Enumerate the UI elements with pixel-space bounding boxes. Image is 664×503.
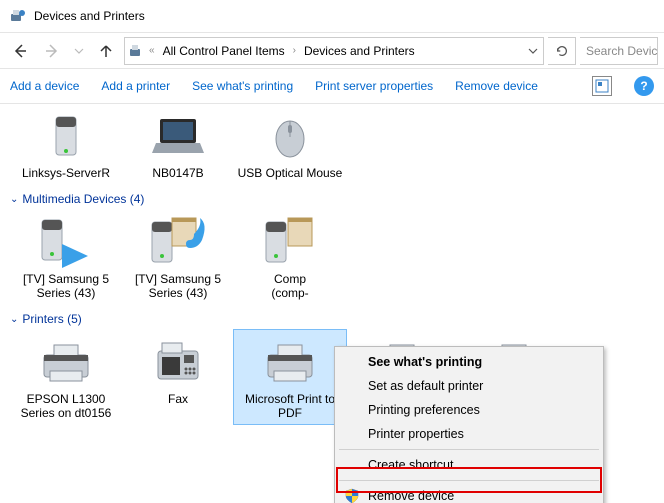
group-label: Multimedia Devices (4)	[22, 192, 144, 206]
add-printer-button[interactable]: Add a printer	[101, 79, 170, 93]
multimedia-row: [TV] Samsung 5 Series (43) [TV] Samsung …	[0, 210, 664, 304]
printer-label: Fax	[168, 392, 188, 406]
server-icon	[34, 108, 98, 164]
search-input[interactable]: Search Device	[580, 37, 658, 65]
address-bar[interactable]: « All Control Panel Items › Devices and …	[124, 37, 544, 65]
uac-shield-icon	[344, 488, 360, 503]
breadcrumb-current[interactable]: Devices and Printers	[300, 38, 419, 64]
group-header-printers[interactable]: ⌄ Printers (5)	[0, 304, 664, 330]
menu-separator	[339, 480, 599, 481]
navigation-bar: « All Control Panel Items › Devices and …	[0, 32, 664, 68]
device-item[interactable]: Linksys-ServerR	[10, 104, 122, 184]
media-server-play-icon	[34, 214, 98, 270]
remove-device-button[interactable]: Remove device	[455, 79, 538, 93]
command-toolbar: Add a device Add a printer See what's pr…	[0, 68, 664, 104]
devices-printers-icon	[10, 8, 26, 24]
device-label: USB Optical Mouse	[238, 166, 343, 180]
device-item[interactable]: NB0147B	[122, 104, 234, 184]
device-label: Linksys-ServerR	[22, 166, 110, 180]
media-server-music-icon	[146, 214, 210, 270]
search-placeholder: Search Device	[586, 44, 658, 58]
device-item[interactable]: [TV] Samsung 5 Series (43)	[122, 210, 234, 304]
printer-item[interactable]: Fax	[122, 330, 234, 424]
media-server-film-icon	[258, 214, 322, 270]
device-item[interactable]: Comp (comp-	[234, 210, 346, 304]
breadcrumb-parent[interactable]: All Control Panel Items	[159, 38, 289, 64]
chevron-down-icon: ⌄	[10, 314, 18, 325]
back-button[interactable]	[6, 37, 34, 65]
menu-remove-device[interactable]: Remove device	[338, 484, 600, 503]
printer-icon	[258, 334, 322, 390]
group-label: Printers (5)	[22, 312, 81, 326]
printer-icon	[34, 334, 98, 390]
up-button[interactable]	[92, 37, 120, 65]
mouse-icon	[258, 108, 322, 164]
device-label: NB0147B	[152, 166, 203, 180]
view-options-button[interactable]	[592, 76, 612, 96]
menu-separator	[339, 449, 599, 450]
menu-create-shortcut[interactable]: Create shortcut	[338, 453, 600, 477]
breadcrumb-current-label: Devices and Printers	[304, 44, 415, 58]
device-item[interactable]: [TV] Samsung 5 Series (43)	[10, 210, 122, 304]
menu-remove-device-label: Remove device	[368, 489, 454, 503]
menu-printer-properties[interactable]: Printer properties	[338, 422, 600, 446]
refresh-button[interactable]	[548, 37, 576, 65]
menu-set-default[interactable]: Set as default printer	[338, 374, 600, 398]
device-item[interactable]: USB Optical Mouse	[234, 104, 346, 184]
context-menu: See what's printing Set as default print…	[334, 346, 604, 503]
devices-printers-small-icon	[129, 43, 145, 59]
device-label: [TV] Samsung 5 Series (43)	[12, 272, 120, 300]
forward-button[interactable]	[38, 37, 66, 65]
printer-label: EPSON L1300 Series on dt0156	[12, 392, 120, 420]
add-device-button[interactable]: Add a device	[10, 79, 79, 93]
chevron-down-icon: ⌄	[10, 194, 18, 205]
see-printing-button[interactable]: See what's printing	[192, 79, 293, 93]
window-title: Devices and Printers	[34, 9, 145, 23]
recent-locations-dropdown[interactable]	[70, 37, 88, 65]
group-header-multimedia[interactable]: ⌄ Multimedia Devices (4)	[0, 184, 664, 210]
menu-printing-preferences[interactable]: Printing preferences	[338, 398, 600, 422]
help-button[interactable]: ?	[634, 76, 654, 96]
device-row: Linksys-ServerR NB0147B USB Optical Mous…	[0, 104, 664, 184]
menu-see-printing[interactable]: See what's printing	[338, 350, 600, 374]
print-server-properties-button[interactable]: Print server properties	[315, 79, 433, 93]
laptop-icon	[146, 108, 210, 164]
chevron-right-icon: ›	[293, 45, 296, 56]
content-pane: Linksys-ServerR NB0147B USB Optical Mous…	[0, 104, 664, 503]
printer-item-selected[interactable]: Microsoft Print to PDF	[234, 330, 346, 424]
chevron-left-icon[interactable]: «	[149, 45, 155, 56]
printer-item[interactable]: EPSON L1300 Series on dt0156	[10, 330, 122, 424]
fax-icon	[146, 334, 210, 390]
printer-label: Microsoft Print to PDF	[236, 392, 344, 420]
device-label: [TV] Samsung 5 Series (43)	[124, 272, 232, 300]
breadcrumb-parent-label: All Control Panel Items	[163, 44, 285, 58]
device-label: Comp (comp-	[271, 272, 308, 300]
address-dropdown[interactable]	[527, 37, 539, 65]
window-titlebar: Devices and Printers	[0, 0, 664, 32]
